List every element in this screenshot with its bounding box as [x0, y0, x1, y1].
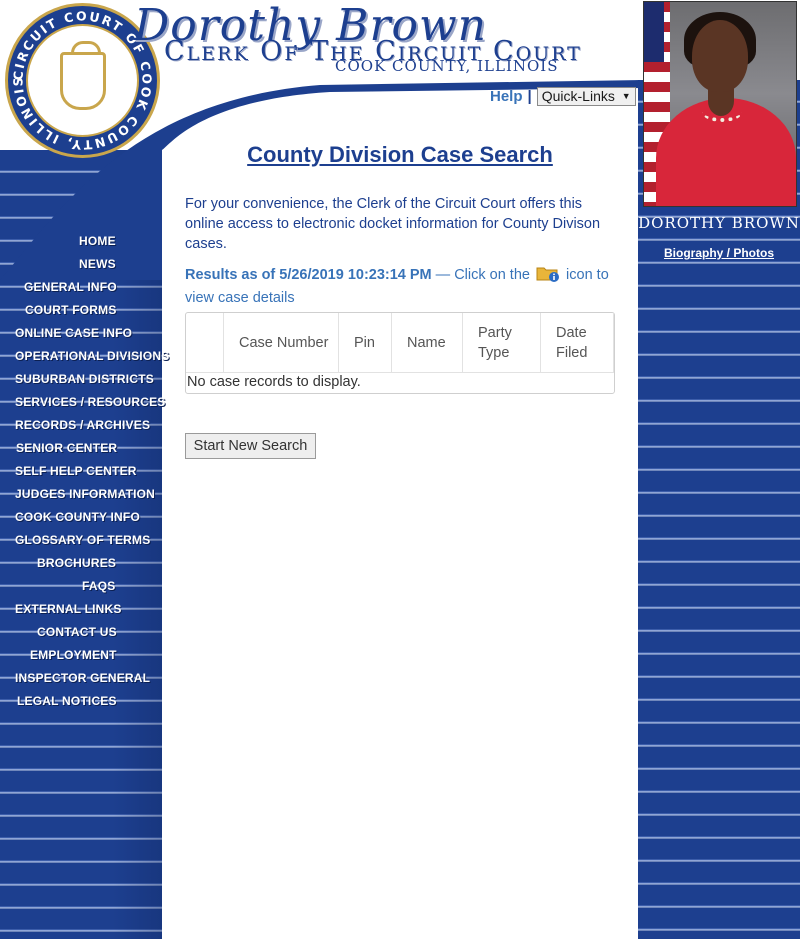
nav-inspector-general[interactable]: INSPECTOR GENERAL — [15, 671, 150, 687]
nav-senior-center[interactable]: SENIOR CENTER — [16, 441, 117, 457]
nav-operational-divisions[interactable]: OPERATIONAL DIVISIONS — [15, 349, 169, 365]
results-info: Results as of 5/26/2019 10:23:14 PM — Cl… — [185, 264, 615, 310]
clerk-portrait-photo — [643, 1, 797, 207]
nav-brochures[interactable]: BROCHURES — [37, 556, 116, 572]
link-separator: | — [527, 87, 532, 105]
intro-text: For your convenience, the Clerk of the C… — [185, 196, 601, 252]
scales-of-justice-icon — [60, 41, 106, 110]
page-title: County Division Case Search — [247, 142, 553, 167]
nav-faqs[interactable]: FAQS — [82, 579, 115, 595]
start-new-search-button[interactable]: Start New Search — [185, 433, 316, 459]
help-link[interactable]: Help — [490, 88, 523, 105]
nav-cook-county-info[interactable]: COOK COUNTY INFO — [15, 510, 140, 526]
column-header-case-number[interactable]: Case Number — [224, 313, 339, 373]
quick-links-select[interactable]: Quick-Links ▼ — [536, 86, 636, 106]
nav-employment[interactable]: EMPLOYMENT — [30, 648, 117, 664]
nav-self-help-center[interactable]: SELF HELP CENTER — [15, 464, 137, 480]
nav-legal-notices[interactable]: LEGAL NOTICES — [17, 694, 117, 710]
nav-home[interactable]: HOME — [79, 234, 116, 250]
bio-name-label: DOROTHY BROWN — [638, 214, 800, 232]
nav-general-info[interactable]: GENERAL INFO — [24, 280, 117, 296]
empty-records-message: No case records to display. — [187, 374, 361, 390]
nav-glossary-of-terms[interactable]: GLOSSARY OF TERMS — [15, 533, 150, 549]
column-header-party-type[interactable]: Party Type — [463, 313, 541, 373]
right-sidebar-background — [638, 80, 800, 939]
county-title: Cook County, Illinois — [335, 57, 559, 75]
nav-records-archives[interactable]: RECORDS / ARCHIVES — [15, 418, 150, 434]
case-details-folder-icon — [536, 265, 560, 282]
nav-external-links[interactable]: EXTERNAL LINKS — [15, 602, 122, 618]
column-header-pin[interactable]: Pin — [339, 313, 392, 373]
case-results-table: Case Number Pin Name Party Type Date Fil… — [185, 312, 615, 394]
nav-suburban-districts[interactable]: SUBURBAN DISTRICTS — [15, 372, 154, 388]
nav-contact-us[interactable]: CONTACT US — [37, 625, 117, 641]
nav-news[interactable]: NEWS — [79, 257, 116, 273]
nav-services-resources[interactable]: SERVICES / RESOURCES — [15, 395, 165, 411]
quick-links-label: Quick-Links — [541, 88, 615, 104]
seal-center — [26, 24, 139, 137]
results-timestamp: Results as of 5/26/2019 10:23:14 PM — [185, 267, 432, 283]
nav-judges-information[interactable]: JUDGES INFORMATION — [15, 487, 155, 503]
column-header-date-filed[interactable]: Date Filed — [541, 313, 614, 373]
nav-court-forms[interactable]: COURT FORMS — [25, 303, 117, 319]
column-header-icon — [186, 313, 224, 373]
top-links-bar: Help | Quick-Links ▼ — [490, 86, 636, 106]
column-header-name[interactable]: Name — [392, 313, 463, 373]
chevron-down-icon: ▼ — [621, 91, 631, 101]
results-hint-1: — Click on the — [435, 267, 530, 283]
nav-online-case-info[interactable]: ONLINE CASE INFO — [15, 326, 132, 342]
biography-photos-link[interactable]: Biography / Photos — [638, 246, 800, 260]
